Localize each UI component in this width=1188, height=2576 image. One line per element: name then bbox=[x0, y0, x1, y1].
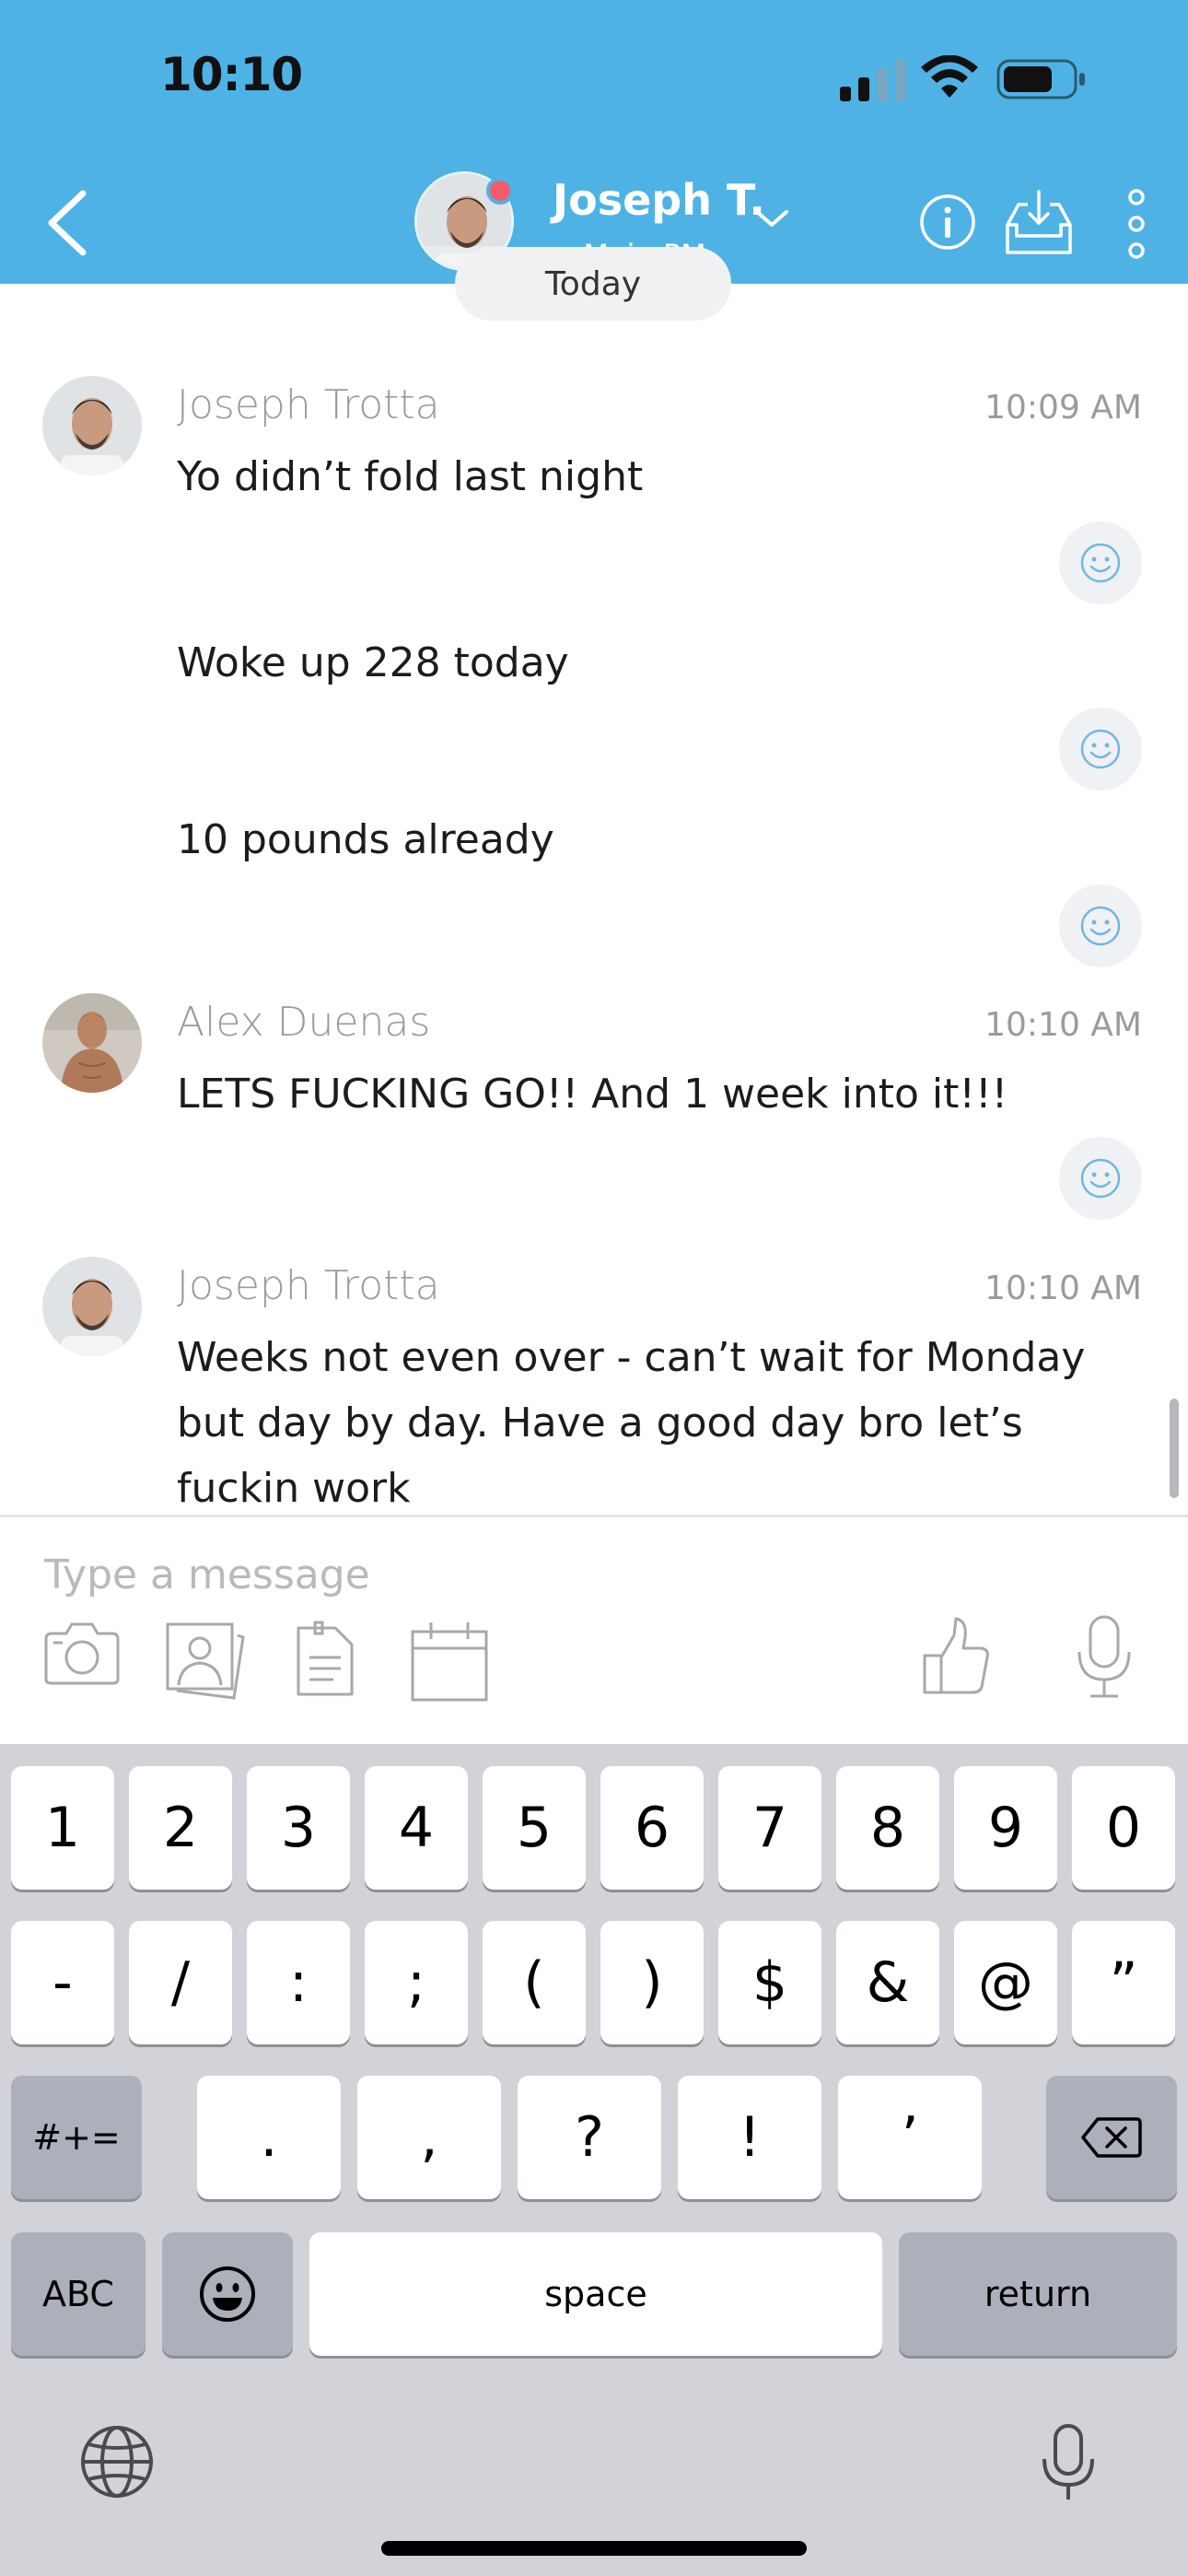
key-colon[interactable]: : bbox=[247, 1921, 350, 2044]
avatar[interactable] bbox=[42, 1257, 142, 1356]
smiley-icon bbox=[1080, 1158, 1121, 1199]
key-6[interactable]: 6 bbox=[600, 1766, 704, 1890]
return-key[interactable]: return bbox=[899, 2232, 1177, 2356]
message-sender: Alex Duenas bbox=[177, 999, 431, 1046]
message-time: 10:09 AM bbox=[984, 389, 1142, 427]
globe-icon[interactable] bbox=[79, 2424, 155, 2500]
message-text: LETS FUCKING GO!! And 1 week into it!!! bbox=[177, 1071, 1008, 1118]
chevron-down-icon[interactable] bbox=[751, 205, 792, 232]
online-status-dot bbox=[486, 177, 514, 205]
key-8[interactable]: 8 bbox=[836, 1766, 939, 1890]
message-input[interactable] bbox=[44, 1545, 1140, 1604]
chat-header: 10:10 Joseph T. ★Main PM bbox=[0, 0, 1188, 284]
key-ampersand[interactable]: & bbox=[836, 1921, 939, 2044]
more-options-icon[interactable] bbox=[1118, 188, 1155, 260]
smiley-icon bbox=[1080, 543, 1121, 583]
wifi-icon bbox=[921, 55, 978, 98]
key-5[interactable]: 5 bbox=[483, 1766, 586, 1890]
key-symbols-toggle[interactable]: #+= bbox=[11, 2076, 142, 2199]
delete-key[interactable] bbox=[1046, 2076, 1177, 2199]
back-chevron-icon[interactable] bbox=[41, 184, 105, 262]
message-time: 10:10 AM bbox=[984, 1006, 1142, 1044]
key-question[interactable]: ? bbox=[518, 2076, 661, 2199]
backspace-icon bbox=[1081, 2117, 1142, 2158]
key-0[interactable]: 0 bbox=[1072, 1766, 1175, 1890]
calendar-icon[interactable] bbox=[409, 1621, 490, 1704]
key-quote[interactable]: ” bbox=[1072, 1921, 1175, 2044]
scrollbar[interactable] bbox=[1170, 1399, 1179, 1498]
keyboard: 1 2 3 4 5 6 7 8 9 0 - / : ; ( ) $ & @ ” … bbox=[0, 1744, 1188, 2576]
space-key[interactable]: space bbox=[309, 2232, 882, 2356]
document-icon[interactable] bbox=[295, 1621, 355, 1698]
photo-icon[interactable] bbox=[164, 1621, 247, 1700]
message-sender: Joseph Trotta bbox=[177, 1262, 440, 1309]
smiley-icon bbox=[1080, 906, 1121, 946]
key-7[interactable]: 7 bbox=[718, 1766, 821, 1890]
key-9[interactable]: 9 bbox=[954, 1766, 1057, 1890]
key-exclamation[interactable]: ! bbox=[678, 2076, 821, 2199]
camera-icon[interactable] bbox=[42, 1621, 122, 1687]
home-indicator[interactable] bbox=[381, 2541, 807, 2556]
key-2[interactable]: 2 bbox=[129, 1766, 232, 1890]
message-text: Weeks not even over - can’t wait for Mon… bbox=[177, 1334, 1086, 1512]
key-3[interactable]: 3 bbox=[247, 1766, 350, 1890]
battery-icon bbox=[996, 59, 1085, 100]
microphone-icon[interactable] bbox=[1074, 1613, 1135, 1700]
message-text: 10 pounds already bbox=[177, 816, 554, 863]
key-apostrophe[interactable]: ’ bbox=[838, 2076, 982, 2199]
info-icon[interactable] bbox=[919, 193, 976, 251]
avatar[interactable] bbox=[42, 993, 142, 1093]
status-time: 10:10 bbox=[160, 48, 303, 101]
key-abc-toggle[interactable]: ABC bbox=[11, 2232, 146, 2356]
cellular-signal-icon bbox=[840, 59, 906, 101]
key-4[interactable]: 4 bbox=[365, 1766, 468, 1890]
message-text: Woke up 228 today bbox=[177, 639, 569, 686]
key-at[interactable]: @ bbox=[954, 1921, 1057, 2044]
message-composer bbox=[0, 1517, 1188, 1744]
emoji-icon bbox=[200, 2266, 255, 2322]
message-sender: Joseph Trotta bbox=[177, 381, 440, 428]
key-semicolon[interactable]: ; bbox=[365, 1921, 468, 2044]
key-comma[interactable]: , bbox=[357, 2076, 501, 2199]
message-text: Yo didn’t fold last night bbox=[177, 453, 644, 500]
key-dollar[interactable]: $ bbox=[718, 1921, 821, 2044]
key-slash[interactable]: / bbox=[129, 1921, 232, 2044]
add-reaction-button[interactable] bbox=[1059, 521, 1142, 604]
smiley-icon bbox=[1080, 729, 1121, 769]
emoji-key[interactable] bbox=[162, 2232, 293, 2356]
date-separator: Today bbox=[455, 247, 731, 321]
contact-name[interactable]: Joseph T. bbox=[553, 175, 765, 225]
key-close-paren[interactable]: ) bbox=[600, 1921, 704, 2044]
add-reaction-button[interactable] bbox=[1059, 1137, 1142, 1220]
avatar[interactable] bbox=[42, 376, 142, 475]
add-reaction-button[interactable] bbox=[1059, 884, 1142, 967]
dictation-microphone-icon[interactable] bbox=[1041, 2422, 1096, 2503]
key-hyphen[interactable]: - bbox=[11, 1921, 114, 2044]
key-open-paren[interactable]: ( bbox=[483, 1921, 586, 2044]
message-list[interactable]: Joseph Trotta 10:09 AM Yo didn’t fold la… bbox=[0, 284, 1188, 1516]
message-time: 10:10 AM bbox=[984, 1270, 1142, 1307]
thumbs-up-icon[interactable] bbox=[917, 1615, 991, 1696]
key-period[interactable]: . bbox=[197, 2076, 341, 2199]
inbox-download-icon[interactable] bbox=[1004, 190, 1074, 256]
add-reaction-button[interactable] bbox=[1059, 708, 1142, 790]
key-1[interactable]: 1 bbox=[11, 1766, 114, 1890]
